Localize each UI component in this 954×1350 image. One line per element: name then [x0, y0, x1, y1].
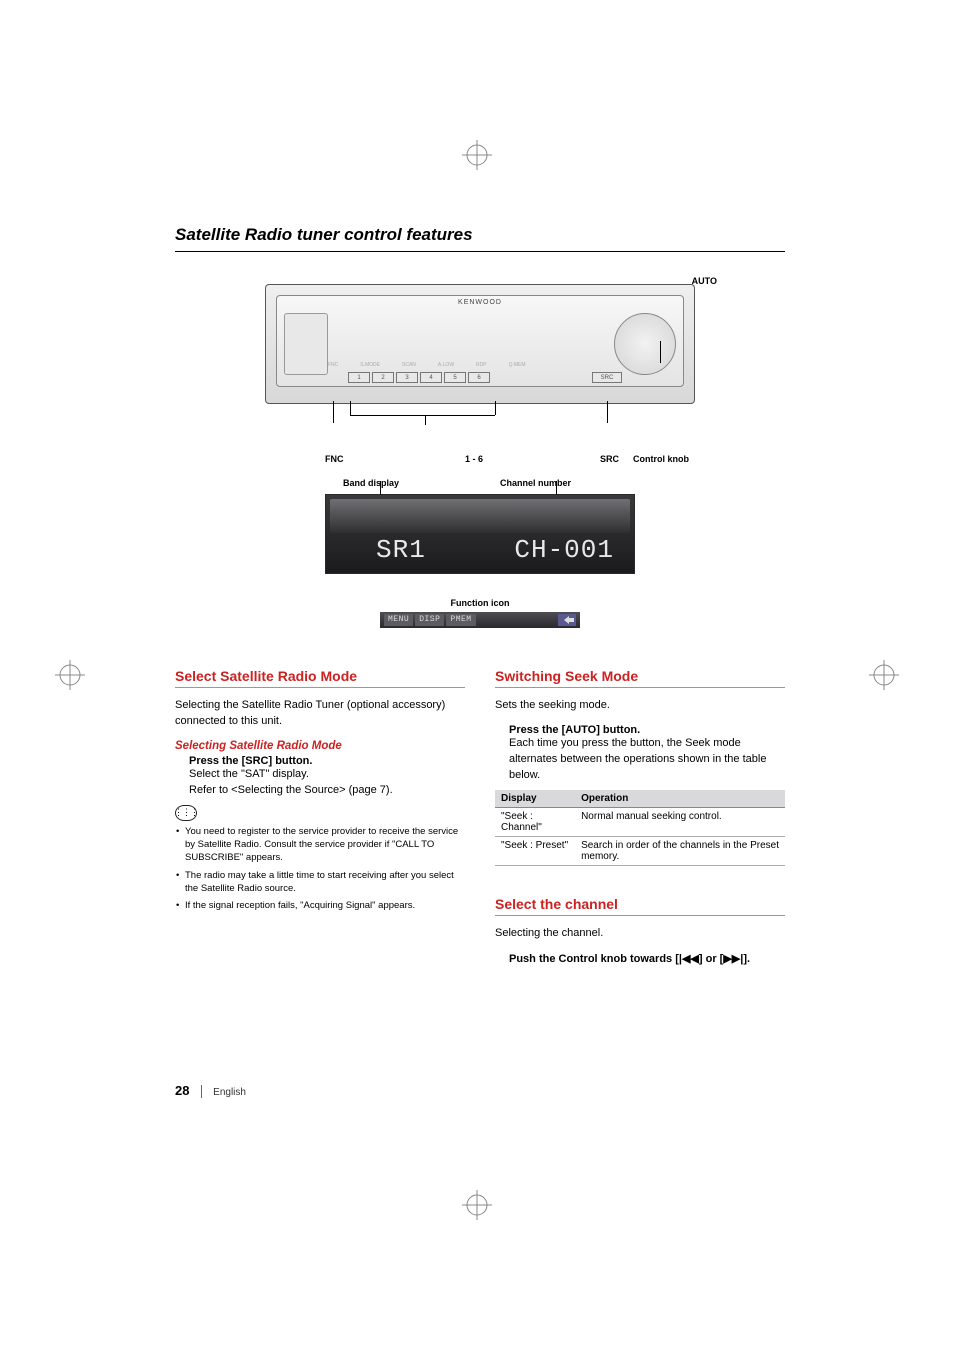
- left-column: Select Satellite Radio Mode Selecting th…: [175, 668, 465, 965]
- crop-mark-left: [55, 660, 85, 690]
- prev-track-icon: |◀◀: [679, 953, 699, 965]
- display-band-value: SR1: [376, 535, 426, 565]
- band-display-label: Band display: [343, 478, 399, 488]
- display-callout-labels: Band display Channel number: [325, 478, 635, 490]
- table-header-operation: Operation: [575, 790, 785, 808]
- function-icon-label: Function icon: [175, 598, 785, 608]
- select-channel-intro: Selecting the channel.: [495, 926, 785, 942]
- table-row: "Seek : Channel" Normal manual seeking c…: [495, 807, 785, 836]
- page-number: 28: [175, 1083, 189, 1098]
- notes-list: You need to register to the service prov…: [175, 825, 465, 913]
- note-item: The radio may take a little time to star…: [175, 869, 465, 896]
- refer-page-7: Refer to <Selecting the Source> (page 7)…: [189, 783, 465, 799]
- footer-language: English: [213, 1087, 246, 1098]
- press-src-step: Press the [SRC] button.: [189, 755, 465, 767]
- func-icon-return: [558, 614, 576, 626]
- channel-number-label: Channel number: [500, 478, 571, 488]
- switching-seek-intro: Sets the seeking mode.: [495, 698, 785, 714]
- func-icon-menu: MENU: [384, 614, 413, 626]
- switching-seek-heading: Switching Seek Mode: [495, 668, 785, 688]
- func-icon-disp: DISP: [415, 614, 444, 626]
- push-knob-step: Push the Control knob towards [|◀◀] or […: [509, 952, 785, 965]
- right-column: Switching Seek Mode Sets the seeking mod…: [495, 668, 785, 965]
- src-face-button: SRC: [592, 372, 622, 383]
- control-knob-label: Control knob: [633, 454, 689, 464]
- note-item: If the signal reception fails, "Acquirin…: [175, 899, 465, 912]
- crop-mark-top: [462, 140, 492, 170]
- buttons-1-6-label: 1 - 6: [465, 454, 483, 464]
- table-header-display: Display: [495, 790, 575, 808]
- select-sat-mode-intro: Selecting the Satellite Radio Tuner (opt…: [175, 698, 465, 730]
- page-title: Satellite Radio tuner control features: [175, 225, 785, 252]
- func-icon-pmem: PMEM: [446, 614, 475, 626]
- stereo-diagram: AUTO KENWOOD FNC S.MODE SCAN A.LOW RDP Q…: [265, 284, 695, 444]
- crop-mark-right: [869, 660, 899, 690]
- select-sat-mode-heading: Select Satellite Radio Mode: [175, 668, 465, 688]
- note-icon: ⋮⋮⋮: [175, 805, 197, 821]
- function-icon-bar: MENU DISP PMEM: [380, 612, 580, 628]
- stereo-face: KENWOOD FNC S.MODE SCAN A.LOW RDP Q.MEM …: [265, 284, 695, 404]
- select-channel-heading: Select the channel: [495, 896, 785, 916]
- select-sat-display: Select the "SAT" display.: [189, 767, 465, 783]
- fnc-label: FNC: [325, 454, 344, 464]
- note-item: You need to register to the service prov…: [175, 825, 465, 865]
- next-track-icon: ▶▶|: [723, 953, 743, 965]
- auto-label: AUTO: [692, 276, 717, 286]
- src-label: SRC: [600, 454, 619, 464]
- press-auto-step: Press the [AUTO] button.: [509, 724, 785, 736]
- page-footer: 28 English: [175, 1083, 246, 1098]
- preset-buttons: 1 2 3 4 5 6: [348, 372, 490, 383]
- diagram-area: AUTO KENWOOD FNC S.MODE SCAN A.LOW RDP Q…: [175, 284, 785, 628]
- table-row: "Seek : Preset" Search in order of the c…: [495, 836, 785, 865]
- display-panel: SR1 CH-001: [325, 494, 635, 574]
- selecting-sat-mode-sub: Selecting Satellite Radio Mode: [175, 740, 465, 752]
- control-knob-graphic: [614, 313, 676, 375]
- seek-mode-table: Display Operation "Seek : Channel" Norma…: [495, 790, 785, 866]
- seek-mode-text: Each time you press the button, the Seek…: [509, 736, 785, 784]
- brand-text: KENWOOD: [458, 299, 502, 306]
- display-channel-value: CH-001: [514, 535, 614, 565]
- crop-mark-bottom: [462, 1190, 492, 1220]
